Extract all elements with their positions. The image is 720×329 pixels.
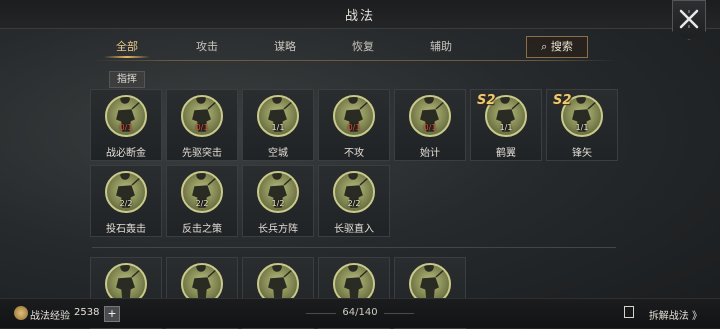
tactic-name: 不攻 [344, 148, 364, 159]
tactic-name: 长兵方阵 [258, 224, 298, 235]
close-button[interactable] [672, 0, 706, 40]
tactic-name: 战必断金 [106, 148, 146, 159]
tab-divider [92, 60, 616, 61]
tactic-card[interactable]: 2/2 反击之策 [166, 165, 238, 237]
tactic-card[interactable]: 1/1 空城 [242, 89, 314, 161]
tactic-card[interactable]: S2 1/1 鹤翼 [470, 89, 542, 161]
count-divider-right [384, 313, 414, 314]
tactic-level: 1/1 [271, 123, 285, 132]
tab-all[interactable]: 全部 [92, 38, 162, 58]
tab-label: 谋略 [274, 40, 296, 53]
tab-support[interactable]: 辅助 [406, 38, 476, 56]
tab-active-indicator [104, 56, 150, 58]
search-button[interactable]: ⌕ 搜索 [526, 36, 588, 58]
close-icon [679, 9, 699, 29]
tactic-name: 投石轰击 [106, 224, 146, 235]
section-label: 指挥 [109, 71, 145, 88]
tactic-card[interactable]: 2/2 长驱直入 [318, 165, 390, 237]
tab-label: 恢复 [352, 40, 374, 53]
tactic-level: 1/1 [499, 123, 513, 132]
season-badge: S2 [553, 93, 572, 108]
search-label: 搜索 [550, 40, 573, 53]
tactic-level: 1/1 [575, 123, 589, 132]
tab-attack[interactable]: 攻击 [172, 38, 242, 56]
tab-label: 辅助 [430, 40, 452, 53]
tactic-name: 反击之策 [182, 224, 222, 235]
tactic-card[interactable]: 0/1 战必断金 [90, 89, 162, 161]
tab-strategy[interactable]: 谋略 [250, 38, 320, 56]
top-bar: 战法 [0, 0, 720, 29]
tactic-name: 空城 [268, 148, 288, 159]
tactic-card[interactable]: 2/2 投石轰击 [90, 165, 162, 237]
tactic-level: 0/1 [195, 123, 209, 132]
tab-label: 全部 [116, 40, 138, 53]
tactic-level: 0/1 [119, 123, 133, 132]
season-badge: S2 [477, 93, 496, 108]
dismantle-button[interactable]: 拆解战法 》 [649, 307, 702, 322]
section-divider [92, 247, 616, 248]
tactic-name: 鹤翼 [496, 148, 516, 159]
tactic-card[interactable]: 0/1 不攻 [318, 89, 390, 161]
search-icon: ⌕ [541, 40, 548, 53]
tactic-card[interactable]: 0/1 始计 [394, 89, 466, 161]
tactic-card[interactable]: 1/2 长兵方阵 [242, 165, 314, 237]
tactic-name: 锋矢 [572, 148, 592, 159]
tactic-name: 先驱突击 [182, 148, 222, 159]
tactic-card[interactable]: 0/1 先驱突击 [166, 89, 238, 161]
tactic-level: 2/2 [347, 199, 361, 208]
tactic-level: 2/2 [195, 199, 209, 208]
tab-recover[interactable]: 恢复 [328, 38, 398, 56]
tactic-card[interactable]: S2 1/1 锋矢 [546, 89, 618, 161]
tactic-name: 始计 [420, 148, 440, 159]
tactic-count: 64/140 [342, 307, 378, 318]
tab-label: 攻击 [196, 40, 218, 53]
tactic-level: 0/1 [347, 123, 361, 132]
dismantle-icon [624, 306, 634, 318]
tactic-level: 1/2 [271, 199, 285, 208]
tactic-level: 0/1 [423, 123, 437, 132]
tactic-name: 长驱直入 [334, 224, 374, 235]
tactic-level: 2/2 [119, 199, 133, 208]
page-title: 战法 [344, 9, 375, 24]
bottom-bar: 战法经验 2538 + 64/140 拆解战法 》 [0, 298, 720, 328]
